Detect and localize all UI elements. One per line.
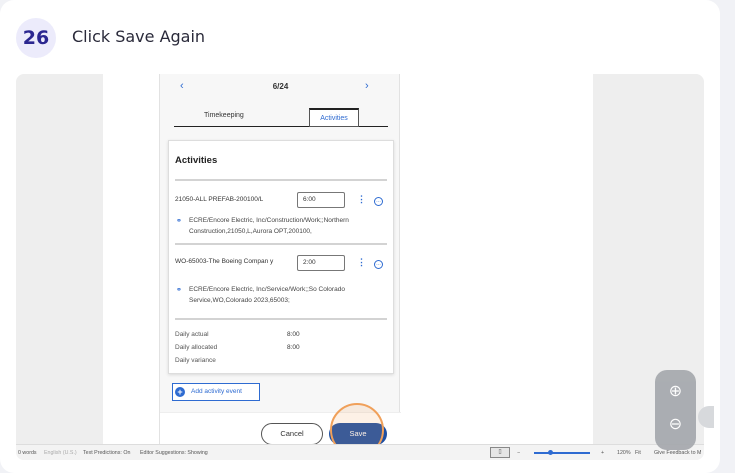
more-icon[interactable]: ⋮: [357, 194, 366, 205]
zoom-out-icon[interactable]: ⊖: [655, 414, 696, 434]
cancel-button[interactable]: Cancel: [261, 423, 323, 445]
print-layout-icon[interactable]: ▯: [490, 447, 510, 458]
tab-timekeeping[interactable]: Timekeeping: [204, 112, 244, 119]
language[interactable]: English (U.S.): [44, 450, 77, 456]
phone-screen: ‹ 6/24 › Timekeeping Activities Activiti…: [159, 74, 401, 460]
tab-activities[interactable]: Activities: [309, 108, 359, 127]
activity-name: 21050-ALL PREFAB-200100/L: [175, 196, 264, 203]
info-icon[interactable]: …: [374, 260, 383, 269]
step-number-badge: 26: [16, 18, 56, 58]
hours-input[interactable]: 6:00: [297, 192, 345, 208]
step-title: Click Save Again: [72, 27, 206, 46]
daily-allocated-value: 8:00: [287, 344, 300, 351]
zoom-slider-knob[interactable]: [548, 450, 553, 455]
next-page-button[interactable]: ›: [365, 80, 369, 92]
info-icon[interactable]: …: [374, 197, 383, 206]
zoom-controls: ⊕ ⊖: [655, 370, 696, 450]
pager: ‹ 6/24 ›: [160, 80, 401, 98]
activity-path: ECRE/Encore Electric, Inc/Service/Work;;…: [189, 286, 345, 304]
hours-input[interactable]: 2:00: [297, 255, 345, 271]
fit-button[interactable]: Fit: [635, 450, 641, 456]
zoom-in-icon[interactable]: ⊕: [655, 381, 696, 401]
daily-allocated-label: Daily allocated: [175, 344, 218, 351]
daily-actual-value: 8:00: [287, 331, 300, 338]
screenshot-area: ‹ 6/24 › Timekeeping Activities Activiti…: [16, 74, 704, 460]
more-icon[interactable]: ⋮: [357, 257, 366, 268]
divider: [175, 243, 387, 245]
word-count: 0 words: [18, 450, 37, 456]
feedback-link[interactable]: Give Feedback to M: [654, 450, 701, 456]
editor-suggestions[interactable]: Editor Suggestions: Showing: [140, 450, 208, 456]
daily-variance-label: Daily variance: [175, 357, 216, 364]
activities-card: Activities 21050-ALL PREFAB-200100/L 6:0…: [168, 140, 394, 374]
add-activity-event-label: Add activity event: [191, 388, 242, 395]
divider: [175, 179, 387, 181]
side-handle[interactable]: [698, 406, 714, 428]
tab-bar: Timekeeping Activities: [174, 108, 388, 127]
zoom-level[interactable]: 120%: [617, 450, 631, 456]
zoom-out-small-icon[interactable]: −: [517, 450, 520, 456]
document-page: ‹ 6/24 › Timekeeping Activities Activiti…: [103, 74, 593, 460]
divider: [175, 318, 387, 320]
plus-icon: +: [175, 386, 185, 397]
activities-title: Activities: [175, 155, 218, 166]
zoom-in-small-icon[interactable]: +: [601, 450, 604, 456]
add-activity-event-button[interactable]: + Add activity event: [172, 383, 260, 401]
step-card: 26 Click Save Again ‹ 6/24 › Timekeeping…: [0, 0, 720, 473]
activity-path: ECRE/Encore Electric, Inc/Construction/W…: [189, 217, 349, 235]
daily-actual-label: Daily actual: [175, 331, 209, 338]
zoom-slider[interactable]: [534, 452, 590, 454]
status-bar: 0 words English (U.S.) Text Predictions:…: [16, 444, 704, 460]
link-icon: ⚭: [176, 287, 182, 294]
link-icon: ⚭: [176, 218, 182, 225]
text-predictions[interactable]: Text Predictions: On: [83, 450, 130, 456]
activity-name: WO-65003-The Boeing Compan y: [175, 258, 274, 265]
